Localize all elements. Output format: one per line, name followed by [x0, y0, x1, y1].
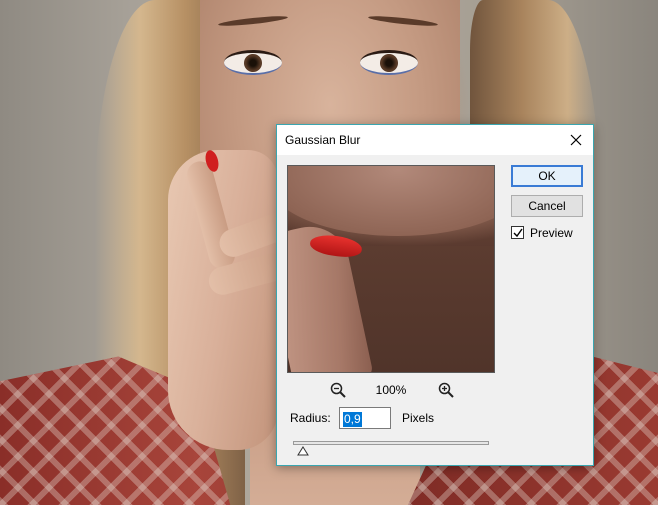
preview-neck: [348, 246, 494, 372]
dialog-titlebar: Gaussian Blur: [277, 125, 593, 155]
gaussian-blur-dialog: Gaussian Blur 100% OK Cancel Preview Rad…: [276, 124, 594, 466]
zoom-in-button[interactable]: [437, 381, 455, 399]
cancel-button[interactable]: Cancel: [511, 195, 583, 217]
radius-label: Radius:: [290, 411, 331, 425]
slider-thumb-icon: [296, 446, 309, 456]
ok-button[interactable]: OK: [511, 165, 583, 187]
left-eyebrow: [217, 14, 289, 28]
zoom-in-icon: [438, 382, 454, 398]
close-button[interactable]: [559, 125, 593, 155]
dialog-title: Gaussian Blur: [285, 133, 361, 147]
checkmark-icon: [513, 228, 523, 238]
preview-chin: [288, 166, 494, 236]
zoom-level: 100%: [375, 383, 407, 397]
close-icon: [570, 134, 582, 146]
zoom-controls: 100%: [287, 381, 495, 399]
hand: [168, 148, 301, 450]
right-eyebrow: [367, 14, 439, 28]
radius-unit-label: Pixels: [402, 411, 435, 425]
right-iris: [380, 54, 398, 72]
background-photo: Gaussian Blur 100% OK Cancel Preview Rad…: [0, 0, 658, 505]
radius-slider-track[interactable]: [293, 441, 489, 445]
blur-preview-window[interactable]: [287, 165, 495, 373]
radius-input[interactable]: 0,9: [339, 407, 391, 429]
right-eye: [360, 50, 418, 75]
left-iris: [244, 54, 262, 72]
preview-label: Preview: [530, 226, 573, 240]
left-eye: [224, 50, 282, 75]
radius-value: 0,9: [343, 412, 362, 427]
preview-checkbox[interactable]: [511, 226, 524, 239]
radius-slider-thumb[interactable]: [296, 443, 309, 456]
